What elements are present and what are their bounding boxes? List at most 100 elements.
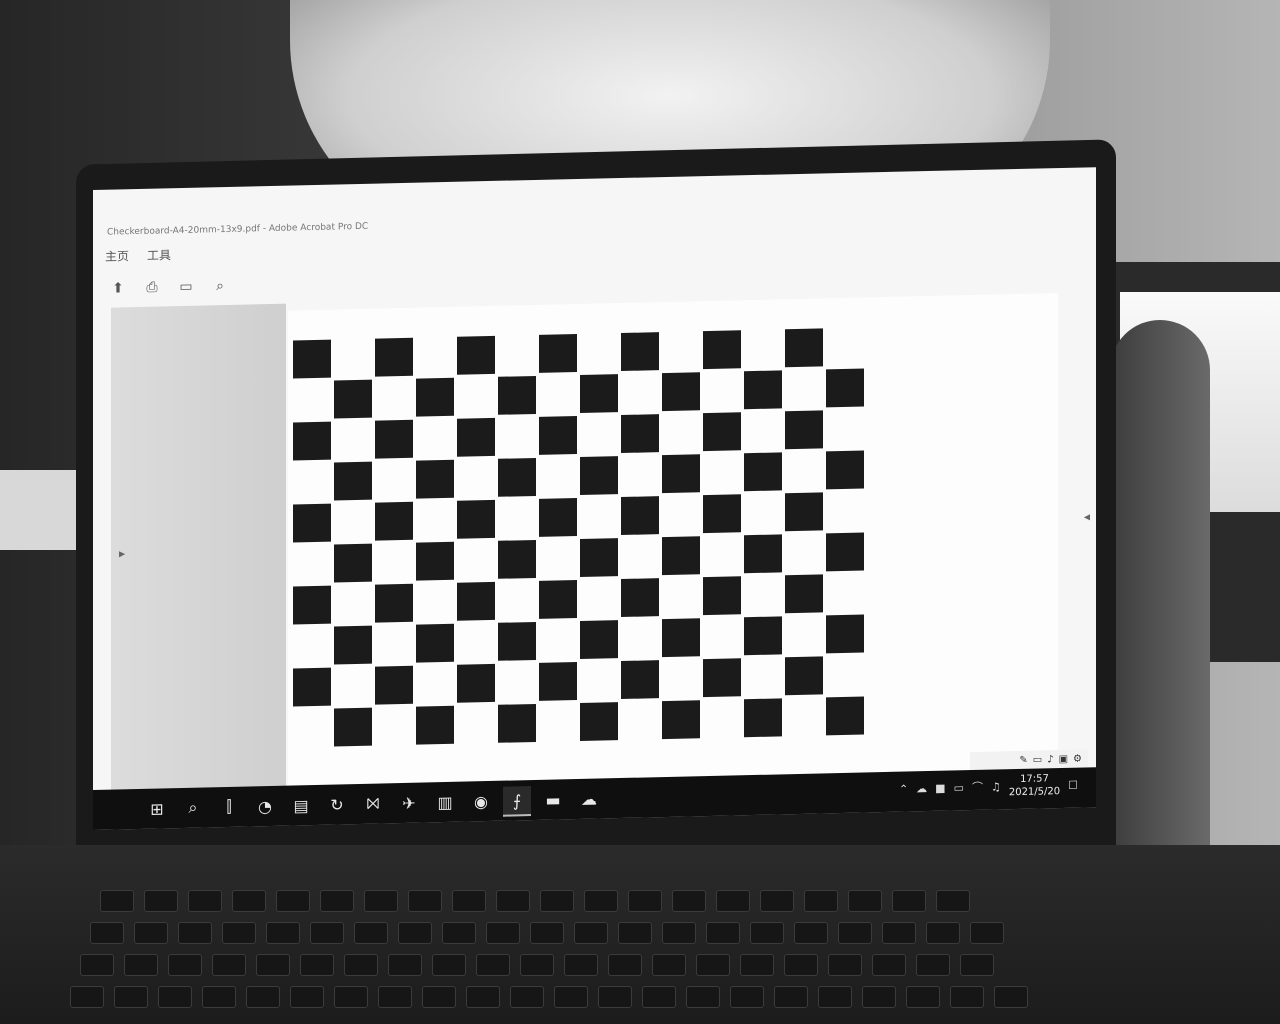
key	[442, 922, 476, 944]
task-view-icon[interactable]: ⫿	[215, 793, 243, 824]
checker-square	[826, 614, 864, 654]
key	[232, 890, 266, 912]
page-view-icon[interactable]: ▭	[175, 276, 197, 298]
battery-icon[interactable]: ▭	[954, 781, 964, 794]
key	[608, 954, 642, 976]
key	[882, 922, 916, 944]
key	[740, 954, 774, 976]
checker-square	[785, 328, 823, 368]
chevron-up-icon[interactable]: ⌃	[899, 782, 908, 795]
search-icon[interactable]: ⌕	[209, 275, 231, 297]
key	[706, 922, 740, 944]
keyboard-row	[80, 954, 994, 976]
camera-app-icon[interactable]: ◉	[467, 787, 495, 818]
key	[510, 986, 544, 1008]
checker-square	[703, 330, 741, 370]
plane-app-icon[interactable]: ✈	[395, 789, 423, 820]
checker-square	[375, 665, 413, 705]
upload-icon[interactable]: ⬆	[107, 277, 129, 299]
key	[334, 986, 368, 1008]
checker-square	[580, 620, 618, 659]
key	[960, 954, 994, 976]
expand-left-panel-icon[interactable]: ▶	[119, 549, 125, 558]
key	[892, 890, 926, 912]
key	[760, 890, 794, 912]
checker-square	[621, 414, 659, 454]
tray-window-icon[interactable]: ▭	[1033, 754, 1042, 765]
key	[188, 890, 222, 912]
key	[320, 890, 354, 912]
checker-square	[457, 499, 495, 539]
laptop-screen: Checkerboard-A4-20mm-13x9.pdf - Adobe Ac…	[93, 167, 1096, 830]
photo-scene: Checkerboard-A4-20mm-13x9.pdf - Adobe Ac…	[0, 0, 1280, 1024]
wifi-icon[interactable]: ⌒	[972, 779, 983, 795]
key	[398, 922, 432, 944]
key	[344, 954, 378, 976]
checker-square	[580, 702, 618, 741]
checker-square	[375, 501, 413, 541]
checker-square	[539, 662, 577, 701]
checkerboard-pattern	[293, 327, 867, 748]
visual-studio-icon[interactable]: ⨝	[359, 789, 387, 820]
notification-icon[interactable]: ☐	[1068, 778, 1078, 791]
checker-square	[703, 412, 741, 452]
system-clock[interactable]: 17:57 2021/5/20	[1009, 772, 1060, 799]
keyboard-row	[90, 922, 1004, 944]
key	[90, 922, 124, 944]
key	[642, 986, 676, 1008]
key	[906, 986, 940, 1008]
key	[246, 986, 280, 1008]
document-app-icon[interactable]: ▥	[431, 788, 459, 819]
tray-save-icon[interactable]: ▣	[1059, 753, 1068, 764]
clock-date: 2021/5/20	[1008, 786, 1061, 799]
wechat-icon[interactable]: ☁	[575, 784, 603, 815]
tray-note-icon[interactable]: ♪	[1047, 754, 1053, 765]
checker-square	[744, 616, 782, 656]
key	[862, 986, 896, 1008]
tray-gear-icon[interactable]: ⚙	[1073, 753, 1082, 764]
checker-square	[621, 578, 659, 618]
acrobat-icon[interactable]: ⨍	[503, 786, 531, 817]
key	[716, 890, 750, 912]
checker-square	[293, 421, 331, 461]
key	[134, 922, 168, 944]
checker-square	[457, 581, 495, 621]
chat-tray-icon[interactable]: ■	[935, 781, 945, 794]
checker-square	[621, 332, 659, 372]
checker-square	[785, 574, 823, 614]
checker-square	[416, 377, 454, 417]
refresh-app-icon[interactable]: ↻	[323, 790, 351, 821]
checker-square	[293, 339, 331, 379]
windows-start-icon[interactable]: ⊞	[143, 794, 171, 825]
key	[476, 954, 510, 976]
checker-square	[744, 698, 782, 738]
checker-square	[662, 372, 700, 412]
side-panel	[111, 303, 286, 808]
key	[222, 922, 256, 944]
key	[496, 890, 530, 912]
checker-square	[375, 337, 413, 377]
key	[422, 986, 456, 1008]
key	[212, 954, 246, 976]
checker-square	[826, 368, 864, 408]
wechat-tray-icon[interactable]: ☁	[916, 782, 927, 795]
key	[486, 922, 520, 944]
checker-square	[416, 623, 454, 663]
print-icon[interactable]: ⎙	[141, 276, 163, 298]
terminal-icon[interactable]: ▬	[539, 785, 567, 816]
checker-square	[539, 498, 577, 537]
file-explorer-icon[interactable]: ▤	[287, 791, 315, 822]
menu-item-tools[interactable]: 工具	[147, 246, 171, 267]
key	[926, 922, 960, 944]
key	[970, 922, 1004, 944]
edge-icon[interactable]: ◔	[251, 792, 279, 823]
volume-icon[interactable]: ♫	[991, 780, 1001, 793]
key	[144, 890, 178, 912]
search-icon[interactable]: ⌕	[179, 793, 207, 824]
key	[848, 890, 882, 912]
tray-pen-icon[interactable]: ✎	[1019, 754, 1027, 765]
menu-item-home[interactable]: 主页	[105, 247, 129, 268]
checker-square	[744, 534, 782, 574]
expand-right-panel-icon[interactable]: ◀	[1084, 512, 1090, 521]
key	[696, 954, 730, 976]
